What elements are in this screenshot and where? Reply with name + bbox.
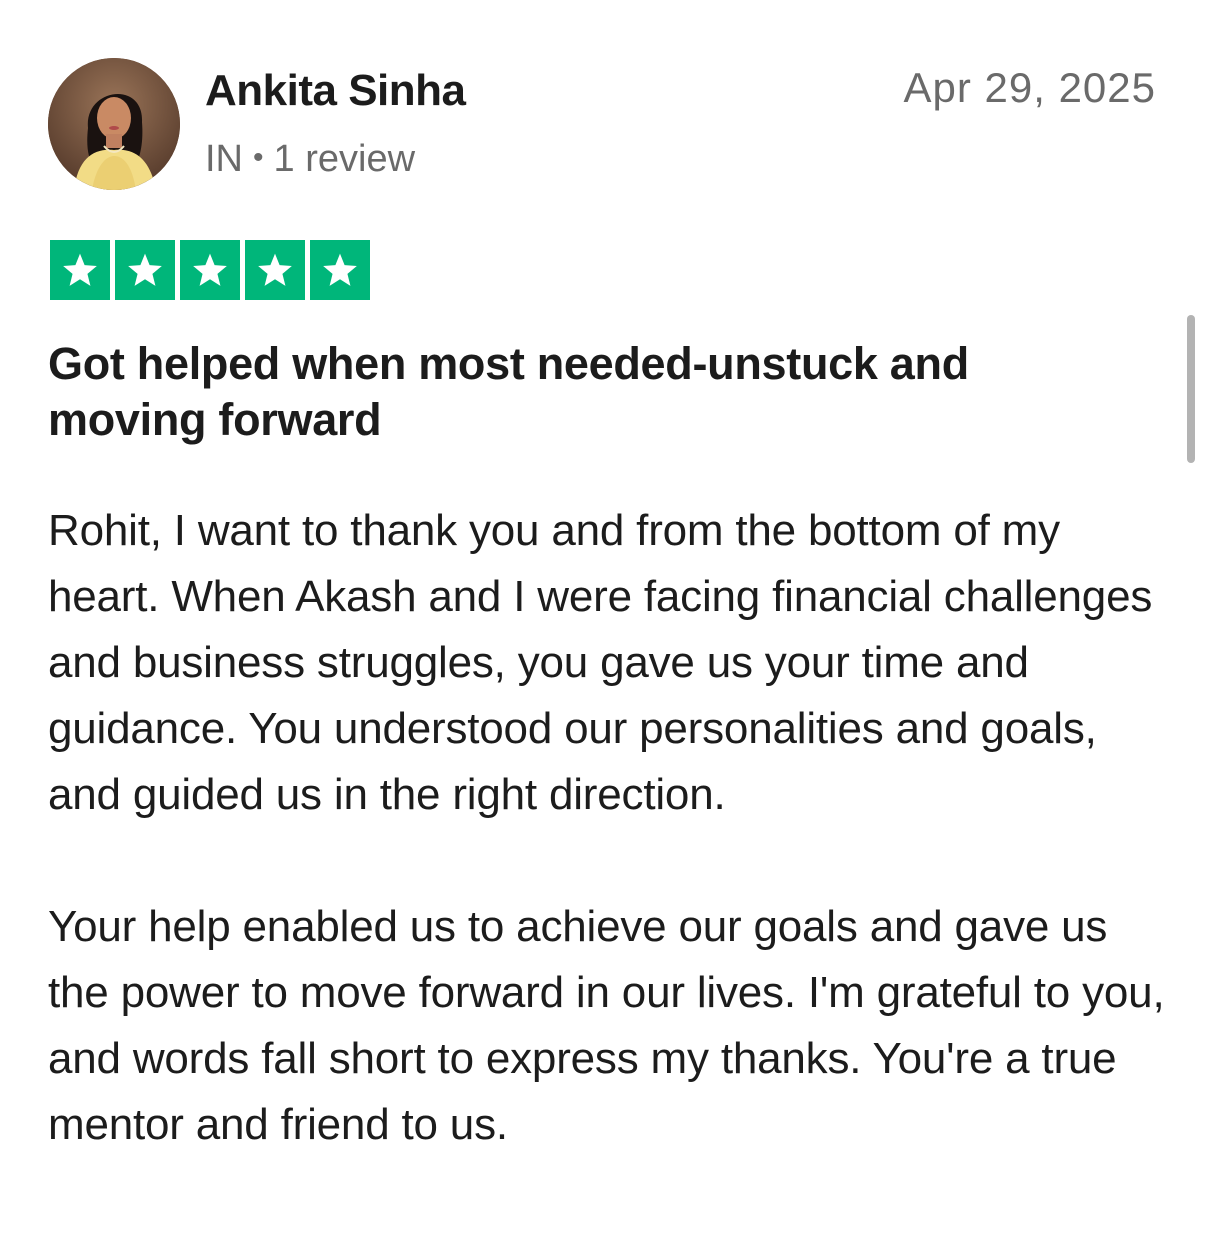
review-date: Apr 29, 2025 [903, 64, 1156, 111]
reviewer-review-count: 1 review [273, 138, 416, 180]
star-icon [63, 253, 97, 286]
review-paragraph-2: Your help enabled us to achieve our goal… [48, 902, 1165, 1149]
review-body: Rohit, I want to thank you and from the … [48, 498, 1168, 1158]
star-4 [245, 240, 305, 300]
reviewer-avatar[interactable] [48, 58, 180, 190]
review-card: Ankita Sinha IN • 1 review Apr 29, 2025 Go… [0, 0, 1206, 1241]
review-title: Got helped when most needed-unstuck and … [48, 338, 969, 445]
star-2 [115, 240, 175, 300]
avatar-photo-icon [48, 58, 180, 190]
scrollbar-thumb[interactable] [1187, 315, 1195, 463]
reviewer-country: IN [205, 138, 243, 180]
star-icon [193, 253, 227, 286]
star-3 [180, 240, 240, 300]
star-5 [310, 240, 370, 300]
reviewer-meta: IN • 1 review [205, 133, 415, 184]
meta-separator: • [253, 141, 264, 174]
star-1 [50, 240, 110, 300]
review-paragraph-1: Rohit, I want to thank you and from the … [48, 506, 1153, 819]
star-icon [258, 253, 292, 286]
star-icon [323, 253, 357, 286]
star-rating [50, 240, 370, 300]
star-icon [128, 253, 162, 286]
reviewer-name[interactable]: Ankita Sinha [205, 62, 466, 120]
